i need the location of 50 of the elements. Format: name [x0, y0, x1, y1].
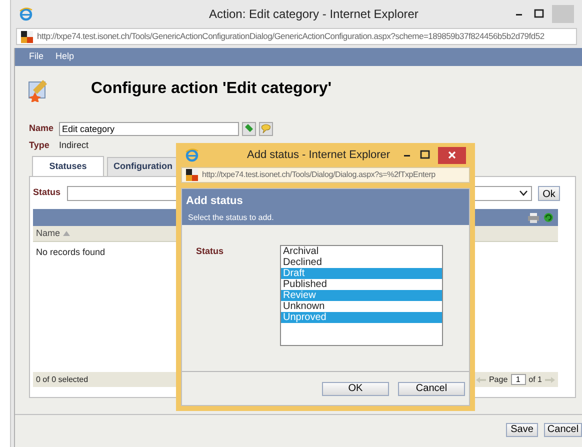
- type-value: Indirect: [59, 139, 89, 152]
- address-url: http://txpe74.test.isonet.ch/Tools/GenericActionConfigurationDialog/GenericActionConfiguration.aspx?scheme=189859b37f824456b5b2d79fd52: [37, 30, 544, 43]
- browser-icon: [19, 7, 33, 21]
- address-bar[interactable]: http://txpe74.test.isonet.ch/Tools/Dialog/Dialog.aspx?s=%2fTxpEnterp: [181, 167, 470, 183]
- page-count: of 1: [528, 374, 542, 386]
- selection-count: 0 of 0 selected: [36, 374, 88, 386]
- list-option[interactable]: Unknown: [281, 301, 442, 312]
- tab[interactable]: Statuses: [32, 156, 104, 176]
- address-url: http://txpe74.test.isonet.ch/Tools/Dialog/Dialog.aspx?s=%2fTxpEnterp: [202, 169, 436, 181]
- chevron-down-icon: [519, 190, 528, 196]
- type-label: Type: [29, 139, 50, 152]
- tag-button[interactable]: [242, 122, 256, 136]
- menu-item[interactable]: File: [29, 50, 44, 64]
- page-heading: Configure action 'Edit category': [91, 79, 332, 99]
- status-listbox[interactable]: Archival Declined Draft Published Review Unknown Unproved: [280, 245, 443, 346]
- site-icon: [186, 169, 198, 181]
- comment-button[interactable]: [259, 122, 273, 136]
- column-title: Name: [36, 226, 60, 240]
- browser-icon: [185, 148, 199, 162]
- save-button[interactable]: Save: [506, 422, 538, 436]
- maximize-icon[interactable]: [534, 9, 544, 19]
- tab[interactable]: Configuration: [107, 157, 179, 176]
- ok-button[interactable]: Ok: [538, 186, 560, 200]
- refresh-icon[interactable]: [543, 212, 554, 223]
- list-option[interactable]: Archival: [281, 246, 442, 257]
- ok-button[interactable]: OK: [322, 382, 389, 396]
- page-label: Page: [488, 374, 508, 386]
- site-icon: [21, 30, 33, 42]
- dialog-heading: Add status: [186, 194, 244, 209]
- speech-bubble-icon: [261, 124, 271, 134]
- maximize-icon[interactable]: [420, 150, 430, 160]
- name-label: Name: [29, 122, 55, 136]
- name-input[interactable]: Edit category: [59, 122, 239, 136]
- dialog-title: Add status - Internet Explorer: [247, 148, 390, 163]
- list-option[interactable]: Declined: [281, 257, 442, 268]
- empty-message: No records found: [36, 246, 106, 259]
- printer-icon[interactable]: [528, 212, 539, 222]
- page-input[interactable]: 1: [510, 374, 526, 385]
- cancel-button[interactable]: Cancel: [398, 382, 465, 396]
- window-title: Action: Edit category - Internet Explorer: [209, 6, 418, 23]
- list-option[interactable]: Published: [281, 279, 442, 290]
- close-icon: [448, 151, 456, 159]
- address-bar[interactable]: http://txpe74.test.isonet.ch/Tools/GenericActionConfigurationDialog/GenericActionConfiguration.aspx?scheme=189859b37f824456b5b2d79fd52: [16, 28, 577, 45]
- status-label: Status: [33, 186, 62, 200]
- cancel-button[interactable]: Cancel: [544, 422, 582, 436]
- status-label: Status: [196, 245, 225, 258]
- tag-icon: [244, 124, 254, 134]
- dialog-subtitle: Select the status to add.: [188, 212, 275, 224]
- menu-item[interactable]: Help: [56, 50, 74, 64]
- sort-ascending-icon: [63, 231, 70, 236]
